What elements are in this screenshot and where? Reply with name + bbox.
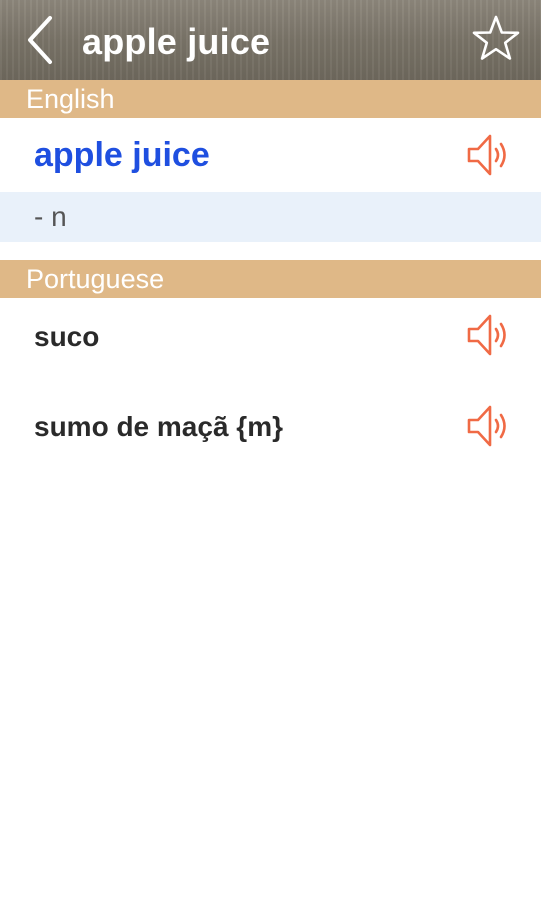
star-outline-icon — [472, 15, 520, 60]
section-header-portuguese: Portuguese — [0, 260, 541, 298]
speaker-icon — [467, 314, 506, 356]
headword-row: apple juice — [0, 118, 541, 192]
part-of-speech: - n — [0, 192, 541, 242]
page-title: apple juice — [82, 21, 271, 62]
translation-text: sumo de maçã {m} — [34, 411, 283, 442]
chevron-left-icon — [28, 16, 52, 64]
translation-row[interactable]: suco — [0, 298, 541, 382]
back-button[interactable] — [18, 14, 62, 66]
headword: apple juice — [34, 136, 210, 174]
translation-text: suco — [34, 321, 100, 352]
section-header-english: English — [0, 80, 541, 118]
translation-audio-button[interactable] — [466, 311, 514, 359]
translation-row[interactable]: sumo de maçã {m} — [0, 382, 541, 472]
favorite-button[interactable] — [471, 14, 521, 64]
translation-audio-button[interactable] — [466, 402, 514, 450]
app-header: apple juice — [0, 0, 541, 80]
speaker-icon — [467, 405, 506, 447]
speaker-icon — [467, 134, 506, 176]
headword-audio-button[interactable] — [466, 131, 514, 179]
